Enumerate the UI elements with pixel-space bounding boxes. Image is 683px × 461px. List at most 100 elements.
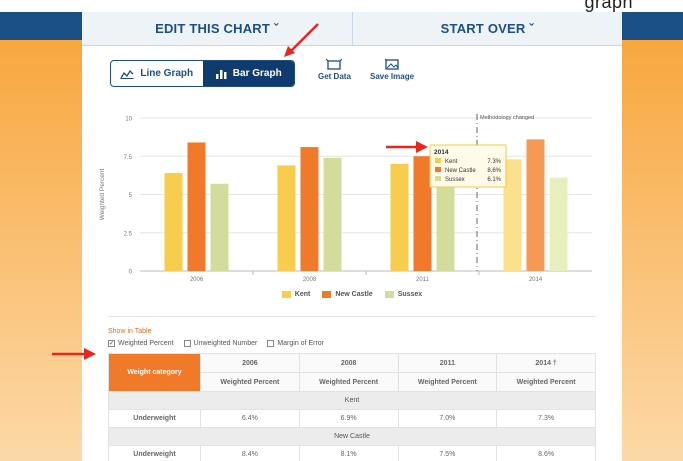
checkbox-icon[interactable] — [267, 340, 275, 347]
legend-label: New Castle — [335, 291, 373, 298]
legend-label: Sussex — [397, 291, 423, 298]
save-image-button[interactable]: Save Image — [370, 58, 414, 81]
tooltip-swatch — [435, 167, 441, 172]
table-cell: 8.6% — [496, 445, 596, 461]
tooltip-value: 6.1% — [487, 177, 501, 183]
x-tick-label: 2011 — [416, 277, 430, 283]
table-cell: 7.0% — [397, 409, 498, 428]
bar-sussex — [210, 183, 229, 271]
measure-header: Weighted Percent — [298, 372, 399, 392]
weight-category-header: Weight category — [108, 353, 201, 392]
x-tick-label: 2014 — [529, 277, 543, 283]
get-data-label: Get Data — [318, 72, 351, 81]
data-table: Weight category 2006 2008 2011 2014 † We… — [108, 353, 596, 461]
option-weighted-percent[interactable]: ✓ Weighted Percent — [108, 340, 174, 347]
year-header: 2006 — [200, 353, 300, 373]
tooltip-value: 7.3% — [487, 159, 501, 165]
x-tick-label: 2008 — [303, 277, 317, 283]
row-label: Underweight — [108, 409, 201, 428]
table-cell: 8.4% — [200, 445, 300, 461]
bar-graph-icon — [215, 69, 227, 79]
start-over-button[interactable]: START OVER ˇ — [353, 12, 623, 45]
group-label: New Castle — [108, 427, 596, 446]
legend-swatch — [322, 291, 332, 298]
checkbox-icon[interactable] — [183, 340, 191, 347]
measure-header: Weighted Percent — [397, 372, 498, 392]
bar-sussex — [323, 157, 342, 271]
legend-label: Kent — [294, 291, 311, 298]
y-tick-label: 0 — [129, 270, 133, 276]
year-header: 2014 † — [496, 353, 596, 373]
tooltip-swatch — [435, 158, 441, 163]
bar-sussex — [549, 177, 568, 271]
measure-header: Weighted Percent — [200, 372, 300, 392]
x-tick-label: 2006 — [190, 277, 204, 283]
table-cell: 8.1% — [298, 445, 399, 461]
bar-kent — [164, 173, 183, 271]
table-group-row: Kent — [108, 391, 596, 410]
table-cell: 7.5% — [397, 445, 498, 461]
tooltip-value: 8.6% — [487, 168, 501, 174]
tooltip-swatch — [435, 176, 441, 181]
option-label: Weighted Percent — [118, 340, 174, 347]
option-label: Unweighted Number — [193, 340, 258, 347]
y-tick-label: 10 — [125, 117, 132, 123]
line-graph-label: Line Graph — [140, 68, 194, 79]
legend-swatch — [384, 291, 394, 298]
legend-item-sussex[interactable]: Sussex — [384, 291, 423, 298]
graph-type-toggle: Line Graph Bar Graph — [110, 60, 295, 87]
tooltip-title: 2014 — [434, 149, 449, 156]
show-in-table-title: Show in Table — [108, 328, 152, 335]
table-row: Underweight 6.4% 6.9% 7.0% 7.3% — [108, 409, 596, 428]
get-data-icon — [326, 58, 343, 70]
bar-new-castle — [187, 142, 206, 271]
section-divider — [108, 316, 596, 317]
line-graph-icon — [120, 69, 134, 79]
y-tick-label: 5 — [129, 193, 133, 199]
table-cell: 6.4% — [200, 409, 300, 428]
bar-kent — [277, 165, 296, 271]
tooltip-series-name: New Castle — [445, 168, 476, 174]
bar-new-castle — [413, 156, 432, 271]
bar-graph-label: Bar Graph — [232, 68, 282, 79]
methodology-label: Methodology changed — [480, 115, 534, 121]
y-tick-label: 7.5 — [124, 155, 133, 161]
top-bar: EDIT THIS CHART ˇ START OVER ˇ — [82, 12, 622, 46]
line-graph-option[interactable]: Line Graph — [111, 61, 203, 86]
option-label: Margin of Error — [277, 340, 325, 347]
option-margin-of-error[interactable]: Margin of Error — [267, 340, 324, 347]
group-label: Kent — [108, 391, 596, 410]
save-image-icon — [384, 58, 399, 70]
measure-header: Weighted Percent — [496, 372, 596, 392]
chart-legend: Kent New Castle Sussex — [82, 291, 622, 298]
bar-new-castle — [300, 147, 319, 271]
annotation-arrow-icon — [284, 23, 319, 57]
tooltip-series-name: Sussex — [445, 177, 465, 183]
table-cell: 7.3% — [496, 409, 596, 428]
get-data-button[interactable]: Get Data — [318, 58, 351, 81]
page-header-strip: graph — [0, 0, 683, 12]
table-group-row: New Castle — [108, 427, 596, 446]
legend-item-kent[interactable]: Kent — [281, 291, 311, 298]
save-image-label: Save Image — [370, 72, 415, 81]
legend-swatch — [281, 291, 291, 298]
year-header: 2011 — [397, 353, 498, 373]
legend-item-new-castle[interactable]: New Castle — [322, 291, 373, 298]
checkbox-checked-icon[interactable]: ✓ — [108, 340, 115, 347]
table-options: ✓ Weighted Percent Unweighted Number Mar… — [108, 340, 324, 347]
bar-graph-option[interactable]: Bar Graph — [202, 61, 294, 86]
chart-svg: 0 2.5 5 7.5 10 Weighted Percent 2006 2008 2011 20… — [99, 114, 592, 283]
y-tick-label: 2.5 — [124, 231, 133, 237]
bar-new-castle — [526, 139, 545, 271]
bar-sussex — [436, 174, 455, 271]
chart-panel: EDIT THIS CHART ˇ START OVER ˇ Line Grap… — [82, 12, 622, 461]
table-row: Underweight 8.4% 8.1% 7.5% 8.6% — [108, 445, 596, 461]
year-header: 2008 — [298, 353, 399, 373]
table-header-row: Weight category 2006 2008 2011 2014 † — [108, 353, 596, 392]
annotation-arrow-icon — [386, 141, 428, 153]
bar-kent — [390, 163, 409, 271]
annotation-arrow-icon — [52, 348, 96, 360]
option-unweighted-number[interactable]: Unweighted Number — [183, 340, 258, 347]
y-axis-label: Weighted Percent — [99, 169, 106, 221]
row-label: Underweight — [108, 445, 201, 461]
